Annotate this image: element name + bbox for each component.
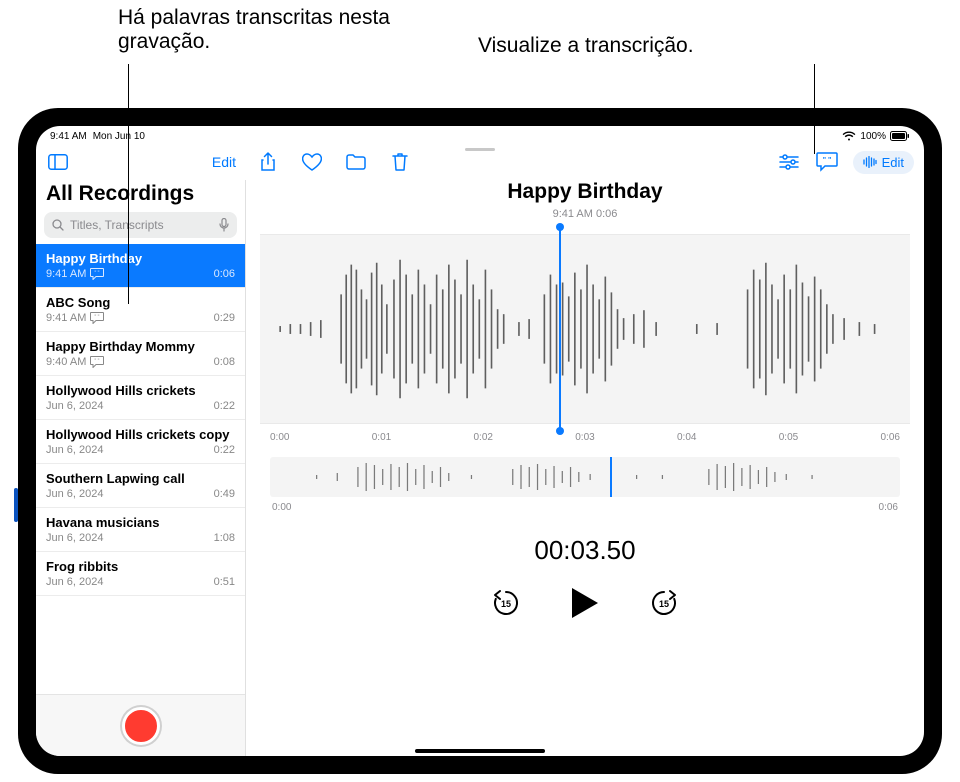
recording-title-label: Hollywood Hills crickets xyxy=(46,383,235,398)
svg-text:15: 15 xyxy=(501,599,511,609)
recording-row[interactable]: Happy Birthday Mommy 9:40 AM " " 0:08 xyxy=(36,332,245,376)
battery-text: 100% xyxy=(860,131,886,142)
has-transcript-icon: " " xyxy=(90,356,104,368)
recording-title-label: Happy Birthday xyxy=(46,251,235,266)
sidebar: All Recordings Titles, Transcripts Happy… xyxy=(36,180,246,756)
waveform-edit-button[interactable]: Edit xyxy=(853,151,914,174)
favorite-icon[interactable] xyxy=(300,150,324,174)
svg-text:" ": " " xyxy=(95,315,100,321)
record-button[interactable] xyxy=(122,707,160,745)
overview-playhead[interactable] xyxy=(610,457,612,497)
wifi-icon xyxy=(842,131,856,141)
recording-time-label: Jun 6, 2024 xyxy=(46,532,104,544)
recording-time-label: 9:40 AM xyxy=(46,356,86,368)
battery-icon xyxy=(890,131,910,141)
status-date: Mon Jun 10 xyxy=(93,131,145,142)
recording-duration-label: 1:08 xyxy=(214,532,235,544)
waveform-overview[interactable]: 0:00 0:06 xyxy=(270,457,900,497)
ruler-tick: 0:02 xyxy=(474,432,493,443)
has-transcript-icon: " " xyxy=(90,268,104,280)
recording-time-label: 9:41 AM xyxy=(46,268,86,280)
recording-duration-label: 0:51 xyxy=(214,576,235,588)
options-icon[interactable] xyxy=(777,150,801,174)
recording-title-label: Happy Birthday Mommy xyxy=(46,339,235,354)
timecode: 00:03.50 xyxy=(260,535,910,566)
skip-back-button[interactable]: 15 xyxy=(490,587,522,619)
search-placeholder: Titles, Transcripts xyxy=(70,218,213,232)
skip-forward-button[interactable]: 15 xyxy=(648,587,680,619)
ipad-frame: 9:41 AM Mon Jun 10 100% Edit xyxy=(18,108,942,774)
sidebar-edit-button[interactable]: Edit xyxy=(212,154,236,170)
svg-text:15: 15 xyxy=(659,599,669,609)
recording-duration-label: 0:08 xyxy=(214,356,235,368)
overview-start-time: 0:00 xyxy=(272,502,291,513)
overview-end-time: 0:06 xyxy=(879,502,898,513)
callout-right: Visualize a transcrição. xyxy=(478,34,694,58)
multitask-grabber[interactable] xyxy=(465,148,495,151)
share-icon[interactable] xyxy=(256,150,280,174)
recording-row[interactable]: Hollywood Hills crickets copy Jun 6, 202… xyxy=(36,420,245,464)
ruler-tick: 0:01 xyxy=(372,432,391,443)
recording-title-label: Havana musicians xyxy=(46,515,235,530)
recording-title-label: Southern Lapwing call xyxy=(46,471,235,486)
ruler-tick: 0:04 xyxy=(677,432,696,443)
status-bar: 9:41 AM Mon Jun 10 100% xyxy=(36,126,924,144)
recording-time-label: 9:41 AM xyxy=(46,312,86,324)
waveform-large[interactable] xyxy=(260,234,910,424)
play-button[interactable] xyxy=(570,586,600,620)
sidebar-toggle-icon[interactable] xyxy=(46,150,70,174)
main-pane: Happy Birthday 9:41 AM 0:06 xyxy=(246,180,924,756)
ruler-tick: 0:06 xyxy=(881,432,900,443)
svg-text:" ": " " xyxy=(95,359,100,365)
recording-subtitle: 9:41 AM 0:06 xyxy=(260,208,910,220)
recording-time-label: Jun 6, 2024 xyxy=(46,488,104,500)
transcript-icon[interactable]: " " xyxy=(815,150,839,174)
recording-title-label: Hollywood Hills crickets copy xyxy=(46,427,235,442)
ruler-tick: 0:00 xyxy=(270,432,289,443)
recording-title[interactable]: Happy Birthday xyxy=(260,180,910,204)
recording-row[interactable]: Southern Lapwing call Jun 6, 2024 0:49 xyxy=(36,464,245,508)
recording-title-label: ABC Song xyxy=(46,295,235,310)
recording-row[interactable]: Frog ribbits Jun 6, 2024 0:51 xyxy=(36,552,245,596)
search-icon xyxy=(52,219,64,231)
has-transcript-icon: " " xyxy=(90,312,104,324)
recording-row[interactable]: Happy Birthday 9:41 AM " " 0:06 xyxy=(36,244,245,288)
ruler-tick: 0:05 xyxy=(779,432,798,443)
recording-duration-label: 0:06 xyxy=(214,268,235,280)
trash-icon[interactable] xyxy=(388,150,412,174)
home-indicator[interactable] xyxy=(415,749,545,753)
recording-time-label: Jun 6, 2024 xyxy=(46,400,104,412)
playhead[interactable] xyxy=(559,227,561,431)
recording-duration-label: 0:22 xyxy=(214,444,235,456)
recording-duration-label: 0:22 xyxy=(214,400,235,412)
recording-row[interactable]: Havana musicians Jun 6, 2024 1:08 xyxy=(36,508,245,552)
recording-time-label: Jun 6, 2024 xyxy=(46,576,104,588)
search-input[interactable]: Titles, Transcripts xyxy=(44,212,237,238)
mic-icon[interactable] xyxy=(219,218,229,232)
recording-title-label: Frog ribbits xyxy=(46,559,235,574)
recording-time-label: Jun 6, 2024 xyxy=(46,444,104,456)
time-ruler: 0:00 0:01 0:02 0:03 0:04 0:05 0:06 xyxy=(270,432,900,443)
recording-row[interactable]: Hollywood Hills crickets Jun 6, 2024 0:2… xyxy=(36,376,245,420)
status-time: 9:41 AM xyxy=(50,131,87,142)
sidebar-title: All Recordings xyxy=(36,180,245,212)
callout-left: Há palavras transcritas nesta gravação. xyxy=(118,6,398,54)
svg-text:" ": " " xyxy=(822,157,831,164)
folder-icon[interactable] xyxy=(344,150,368,174)
recording-list: Happy Birthday 9:41 AM " " 0:06 ABC Song … xyxy=(36,244,245,694)
ruler-tick: 0:03 xyxy=(575,432,594,443)
waveform-svg xyxy=(270,235,900,423)
recording-duration-label: 0:49 xyxy=(214,488,235,500)
recording-duration-label: 0:29 xyxy=(214,312,235,324)
svg-text:" ": " " xyxy=(95,271,100,277)
recording-row[interactable]: ABC Song 9:41 AM " " 0:29 xyxy=(36,288,245,332)
